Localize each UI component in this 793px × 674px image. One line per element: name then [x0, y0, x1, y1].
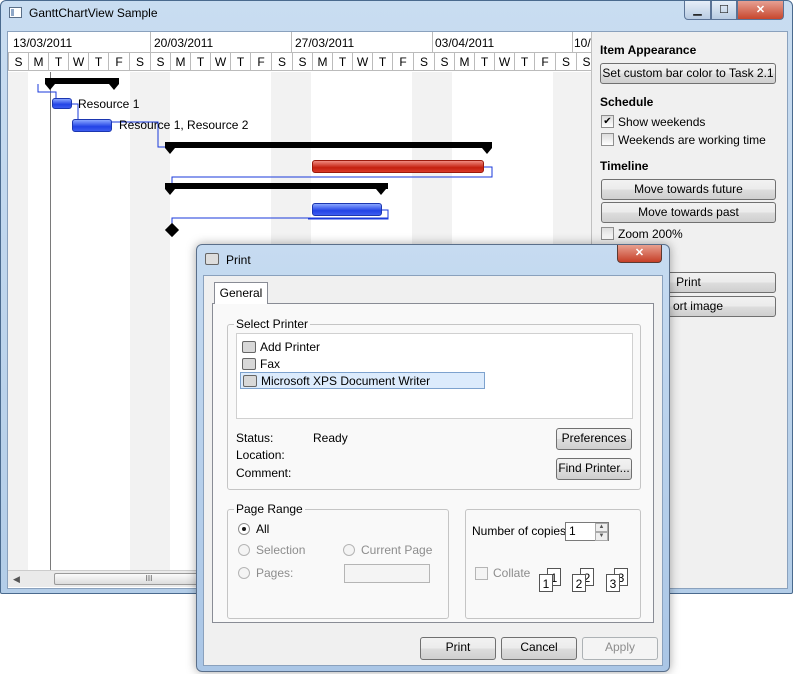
dialog-close-button[interactable]: ✕ — [617, 245, 662, 263]
title-bar: GanttChartView Sample ▁ ☐ ✕ — [1, 1, 792, 25]
copies-group: Number of copies: 1 ▲ ▼ Collate 1 1 2 2 … — [465, 509, 641, 619]
printer-label: Fax — [260, 357, 281, 371]
close-icon: ✕ — [634, 247, 645, 259]
working-weekends-label: Weekends are working time — [618, 133, 766, 147]
move-future-button[interactable]: Move towards future — [601, 179, 776, 200]
summary-task-bar[interactable] — [46, 78, 118, 84]
status-value: Ready — [313, 431, 348, 445]
dialog-client: General Select Printer Add Printer Fax M — [203, 275, 663, 666]
pages-input[interactable] — [344, 564, 430, 583]
dialog-title: Print — [226, 253, 251, 267]
summary-task-bar[interactable] — [166, 183, 388, 189]
xps-printer-icon — [243, 375, 257, 387]
tab-general[interactable]: General — [214, 282, 268, 304]
minimize-icon: ▁ — [693, 4, 702, 16]
apply-button[interactable]: Apply — [582, 637, 658, 660]
scroll-left-icon[interactable]: ◀ — [13, 574, 20, 585]
checkmark-icon: ✔ — [603, 116, 612, 127]
summary-task-bar[interactable] — [166, 142, 492, 148]
timeline-title: Timeline — [600, 159, 649, 173]
find-printer-button[interactable]: Find Printer... — [556, 458, 632, 480]
range-pages-radio[interactable] — [238, 567, 250, 579]
range-pages-label: Pages: — [256, 566, 294, 580]
set-custom-color-button[interactable]: Set custom bar color to Task 2.1 — [600, 63, 776, 84]
range-all-label: All — [256, 522, 270, 536]
zoom-label: Zoom 200% — [618, 227, 683, 241]
task-bar[interactable] — [52, 98, 72, 109]
printer-item-add[interactable]: Add Printer — [240, 339, 320, 356]
range-current-label: Current Page — [361, 543, 433, 557]
close-icon: ✕ — [755, 4, 766, 16]
resource-label: Resource 1, Resource 2 — [119, 118, 249, 132]
printer-label: Microsoft XPS Document Writer — [261, 374, 431, 388]
cancel-button[interactable]: Cancel — [501, 637, 577, 660]
spin-down-icon[interactable]: ▼ — [595, 532, 608, 541]
task-bar[interactable] — [72, 119, 112, 132]
page-range-label: Page Range — [234, 502, 305, 516]
print-confirm-button[interactable]: Print — [420, 637, 496, 660]
item-appearance-title: Item Appearance — [600, 43, 697, 57]
close-button[interactable]: ✕ — [737, 1, 784, 20]
add-printer-icon — [242, 341, 256, 353]
select-printer-group: Select Printer Add Printer Fax Microsoft… — [227, 317, 641, 490]
window-title: GanttChartView Sample — [29, 6, 158, 20]
copies-label: Number of copies: — [472, 524, 570, 538]
printer-label: Add Printer — [260, 340, 321, 354]
print-dialog: Print ✕ General Select Printer Add Print… — [196, 244, 670, 672]
working-weekends-checkbox[interactable] — [601, 133, 614, 146]
show-weekends-label: Show weekends — [618, 115, 706, 129]
range-all-radio[interactable] — [238, 523, 250, 535]
app-icon — [9, 7, 22, 18]
zoom-checkbox[interactable] — [601, 227, 614, 240]
resource-label: Resource 1 — [78, 97, 140, 111]
range-selection-label: Selection — [256, 543, 306, 557]
maximize-button[interactable]: ☐ — [711, 1, 737, 20]
printer-item-fax[interactable]: Fax — [240, 356, 280, 373]
printer-icon — [205, 253, 219, 265]
printer-item-xps[interactable]: Microsoft XPS Document Writer — [240, 372, 485, 389]
collate-checkbox[interactable] — [475, 567, 488, 580]
printer-list[interactable]: Add Printer Fax Microsoft XPS Document W… — [236, 333, 633, 419]
general-tab-page: Select Printer Add Printer Fax Microsoft… — [212, 303, 654, 623]
fax-icon — [242, 358, 256, 370]
move-past-button[interactable]: Move towards past — [601, 202, 776, 223]
status-label: Status: — [236, 431, 274, 445]
task-bar[interactable] — [312, 203, 382, 216]
select-printer-label: Select Printer — [234, 317, 311, 331]
maximize-icon: ☐ — [719, 4, 729, 16]
page-range-group: Page Range All Selection Current Page Pa… — [227, 502, 449, 619]
task-bar[interactable] — [312, 160, 484, 173]
range-current-radio[interactable] — [343, 544, 355, 556]
spin-up-icon[interactable]: ▲ — [595, 523, 608, 532]
minimize-button[interactable]: ▁ — [684, 1, 711, 20]
range-selection-radio[interactable] — [238, 544, 250, 556]
location-label: Location: — [236, 448, 285, 462]
preferences-button[interactable]: Preferences — [556, 428, 632, 450]
collate-label: Collate — [493, 566, 531, 580]
schedule-title: Schedule — [600, 95, 654, 109]
show-weekends-checkbox[interactable]: ✔ — [601, 115, 614, 128]
comment-label: Comment: — [236, 466, 292, 480]
